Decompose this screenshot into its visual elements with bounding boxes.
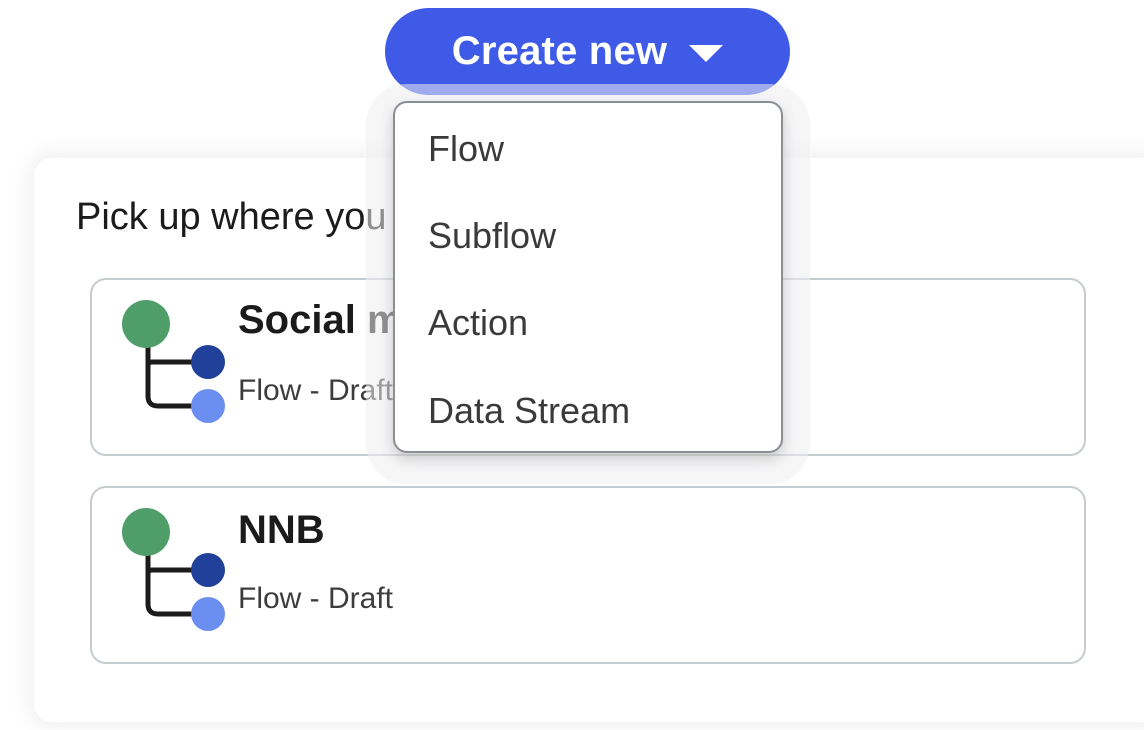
create-new-button[interactable]: Create new <box>385 8 790 95</box>
caret-down-icon <box>689 45 724 62</box>
item-meta: Flow - Draft <box>238 582 394 615</box>
page: Pick up where you left off Social media … <box>0 0 1144 730</box>
menu-item-flow[interactable]: Flow <box>428 128 504 170</box>
item-name: NNB <box>238 508 325 552</box>
flow-icon <box>122 300 225 423</box>
menu-item-data-stream[interactable]: Data Stream <box>428 390 630 432</box>
menu-item-subflow[interactable]: Subflow <box>428 215 556 257</box>
menu-item-action[interactable]: Action <box>428 302 528 344</box>
create-new-label: Create new <box>451 29 668 73</box>
flow-icon <box>122 508 225 631</box>
